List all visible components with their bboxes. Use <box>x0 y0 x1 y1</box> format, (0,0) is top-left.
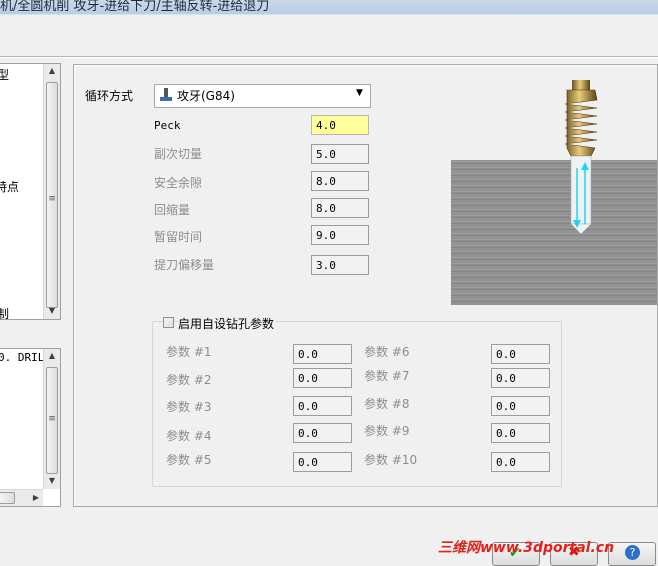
tree-item[interactable]: 型 <box>0 66 9 83</box>
param-label: 参数 #4 <box>166 429 212 443</box>
param-label: 参数 #9 <box>364 424 410 438</box>
tree-vertical-scrollbar[interactable]: ▲ ≡ ▼ <box>43 64 60 319</box>
help-icon: ? <box>625 545 640 560</box>
custom-params-checkbox[interactable] <box>163 317 174 328</box>
window-title: 机/全圆机削 攻牙-进给下刀/主轴反转-进给退刀 <box>0 0 270 14</box>
param-label: 参数 #8 <box>364 397 410 411</box>
param-2-field[interactable]: 0.0 <box>293 368 352 388</box>
scroll-thumb-horizontal[interactable] <box>0 492 15 504</box>
param-4-field[interactable]: 0.0 <box>293 423 352 443</box>
param-label: 安全余隙 <box>154 176 203 190</box>
window-title-bar[interactable]: 机/全圆机削 攻牙-进给下刀/主轴反转-进给退刀 <box>0 0 658 14</box>
toolbar-divider-highlight <box>0 57 658 58</box>
scroll-thumb[interactable]: ≡ <box>46 82 58 308</box>
param-5-field[interactable]: 0.0 <box>293 452 352 472</box>
cycle-dropdown[interactable]: 攻牙(G84) ▼ <box>154 84 371 108</box>
tap-tool-illustration-icon <box>564 80 598 235</box>
dwell-time-field[interactable]: 9.0 <box>311 225 369 245</box>
cycle-selected: 攻牙(G84) <box>177 89 235 103</box>
param-label: 暂留时间 <box>154 230 203 244</box>
grip-icon: ≡ <box>48 414 56 424</box>
tap-tool-icon <box>160 88 172 101</box>
help-button[interactable]: ? <box>608 542 656 566</box>
safety-clearance-field[interactable]: 8.0 <box>311 171 369 191</box>
tree-item[interactable]: 特点 <box>0 178 19 195</box>
param-label: 回缩量 <box>154 203 191 217</box>
scroll-up-arrow-icon[interactable]: ▲ <box>44 351 60 361</box>
scroll-up-arrow-icon[interactable]: ▲ <box>44 66 60 76</box>
tree-item[interactable]: 制 <box>0 305 9 322</box>
param-7-field[interactable]: 0.0 <box>491 368 550 388</box>
grip-icon: ≡ <box>48 194 56 204</box>
operation-tree[interactable]: 型 特点 制 ▲ ≡ ▼ <box>0 63 61 322</box>
param-3-field[interactable]: 0.0 <box>293 396 352 416</box>
param-label: 参数 #5 <box>166 453 212 467</box>
scroll-thumb[interactable]: ≡ <box>46 367 58 474</box>
peck-field[interactable]: 4.0 <box>311 115 369 135</box>
retract-amount-field[interactable]: 8.0 <box>311 198 369 218</box>
param-label-peck: Peck <box>154 119 181 132</box>
param-label: 副次切量 <box>154 147 203 161</box>
title-divider <box>0 14 658 15</box>
param-9-field[interactable]: 0.0 <box>491 423 550 443</box>
secondary-peck-field[interactable]: 5.0 <box>311 144 369 164</box>
param-6-field[interactable]: 0.0 <box>491 344 550 364</box>
scroll-right-arrow-icon[interactable]: ▶ <box>31 493 41 503</box>
shift-field[interactable]: 3.0 <box>311 255 369 275</box>
chevron-down-icon: ▼ <box>356 88 363 98</box>
param-1-field[interactable]: 0.0 <box>293 344 352 364</box>
param-label: 参数 #10 <box>364 453 418 467</box>
param-10-field[interactable]: 0.0 <box>491 452 550 472</box>
cycle-label: 循环方式 <box>85 89 134 103</box>
param-label: 参数 #7 <box>364 369 410 383</box>
tool-list[interactable]: 0. DRILL ▲ ≡ ▼ ▶ <box>0 348 61 507</box>
list-horizontal-scrollbar[interactable]: ▶ <box>0 489 43 506</box>
custom-params-label: 启用自设钻孔参数 <box>178 315 277 332</box>
param-label: 参数 #2 <box>166 373 212 387</box>
watermark-text: 三维网www.3dportal.cn <box>438 540 615 556</box>
param-label: 参数 #3 <box>166 400 212 414</box>
scroll-down-arrow-icon[interactable]: ▼ <box>44 306 60 316</box>
list-vertical-scrollbar[interactable]: ▲ ≡ ▼ <box>43 349 60 489</box>
param-8-field[interactable]: 0.0 <box>491 396 550 416</box>
param-label: 参数 #6 <box>364 345 410 359</box>
param-label: 提刀偏移量 <box>154 258 215 272</box>
scroll-down-arrow-icon[interactable]: ▼ <box>44 476 60 486</box>
param-label: 参数 #1 <box>166 345 212 359</box>
